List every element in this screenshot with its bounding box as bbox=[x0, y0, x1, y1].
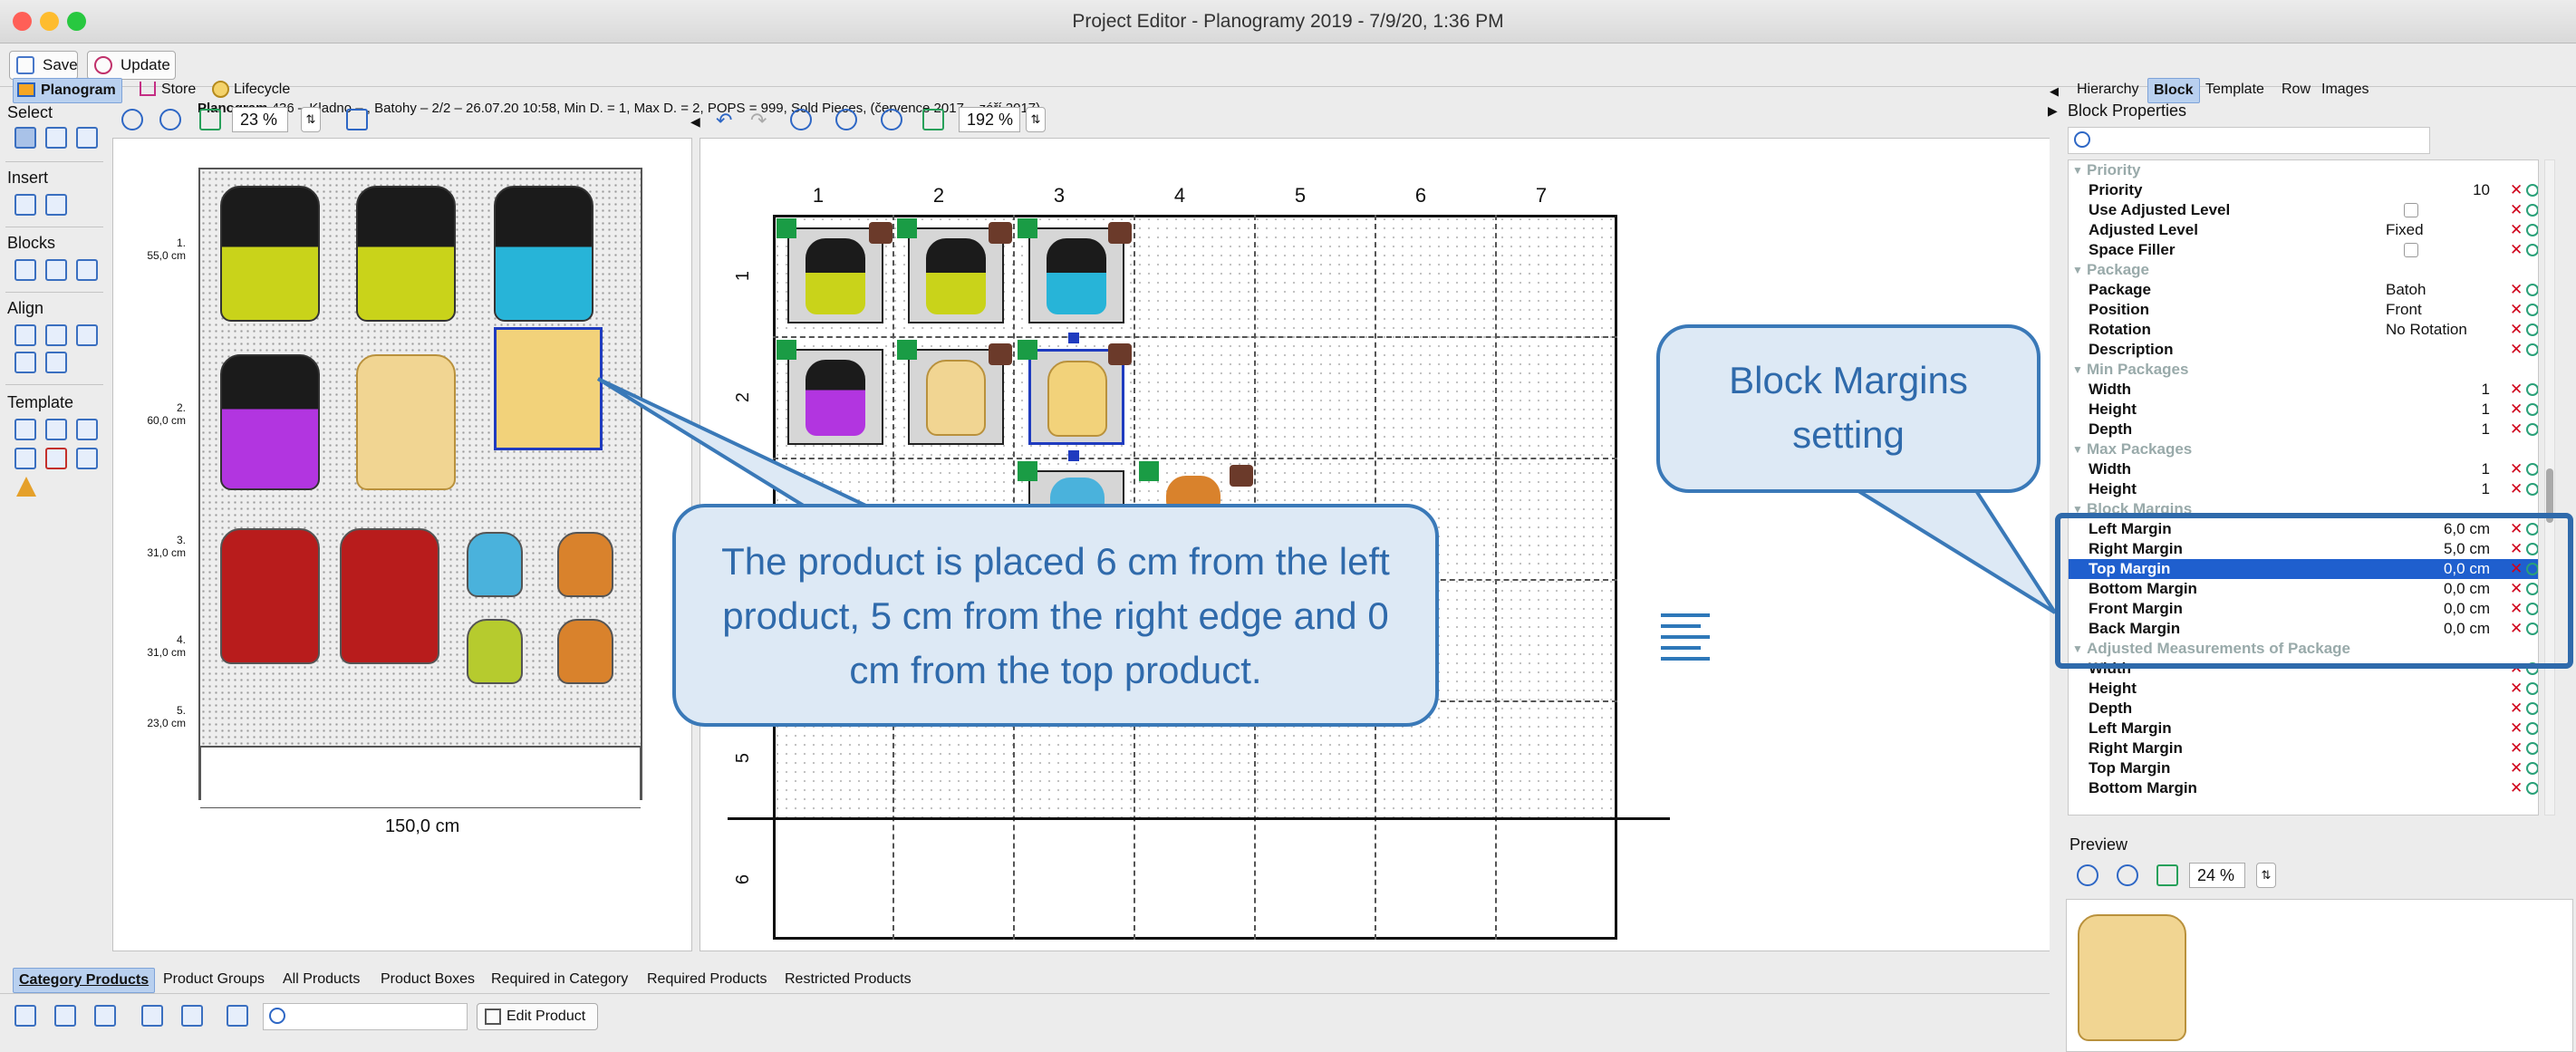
margins-pointer bbox=[1848, 487, 2057, 614]
margins-highlight-box bbox=[2055, 513, 2573, 669]
product-note-callout: The product is placed 6 cm from the left… bbox=[672, 504, 1439, 727]
margins-callout: Block Margins setting bbox=[1656, 324, 2041, 493]
product-note-pointer bbox=[596, 377, 871, 509]
